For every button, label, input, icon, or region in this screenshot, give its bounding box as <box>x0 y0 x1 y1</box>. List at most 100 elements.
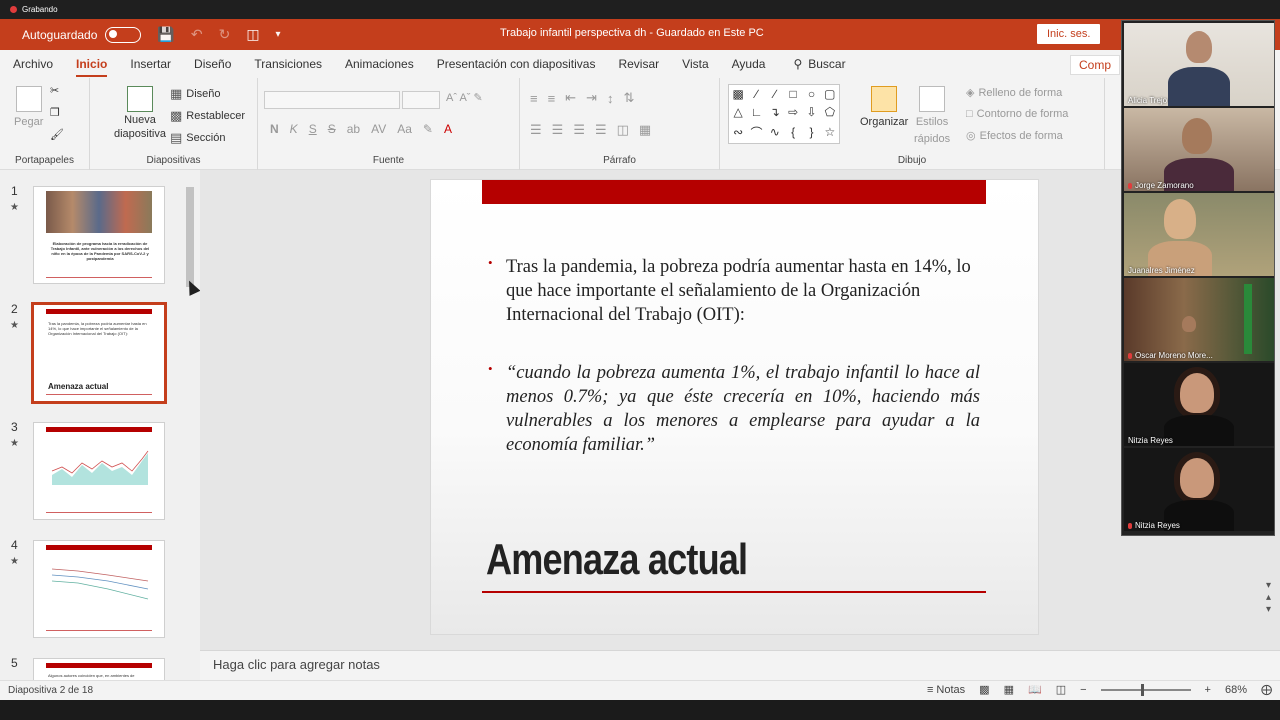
zoom-in-icon[interactable]: + <box>1205 684 1211 696</box>
align-right-icon[interactable]: ☰ <box>573 122 585 138</box>
reset-button[interactable]: ▩ Restablecer <box>170 108 245 124</box>
current-slide[interactable]: • Tras la pandemia, la pobreza podría au… <box>430 179 1039 635</box>
tab-diseno[interactable]: Diseño <box>194 53 231 75</box>
redo-icon[interactable]: ↻ <box>219 26 231 43</box>
shape-outline-button[interactable]: □ Contorno de forma <box>966 108 1068 120</box>
slide-thumbnail-2[interactable]: Tras la pandemia, la pobreza podría aume… <box>31 302 167 404</box>
bold-button[interactable]: N <box>270 122 279 136</box>
slide-thumbnail-1[interactable]: Elaboración de programa hacia la erradic… <box>33 186 165 284</box>
customize-quick-access-icon[interactable]: ▾ <box>276 29 281 40</box>
textbox-shape-icon[interactable]: ▩ <box>732 87 743 101</box>
arrow-right-shape-icon[interactable]: ⇨ <box>788 105 798 119</box>
text-direction-icon[interactable]: ⇅ <box>624 90 635 106</box>
align-center-icon[interactable]: ☰ <box>552 122 564 138</box>
tab-transiciones[interactable]: Transiciones <box>254 53 322 75</box>
font-format-buttons[interactable]: N K S S ab AV Aa ✎ A <box>270 122 452 136</box>
line-shape-icon[interactable]: ∕ <box>774 87 776 101</box>
tab-presentacion[interactable]: Presentación con diapositivas <box>437 53 596 75</box>
justify-icon[interactable]: ☰ <box>595 122 607 138</box>
list-buttons[interactable]: ≡ ≡ ⇤ ⇥ ↕ ⇅ <box>530 90 634 106</box>
slide-sorter-icon[interactable]: ▦ <box>1004 683 1014 696</box>
increase-indent-icon[interactable]: ⇥ <box>586 90 597 106</box>
zoom-slider-knob[interactable] <box>1140 683 1144 696</box>
triangle-shape-icon[interactable]: △ <box>734 105 743 119</box>
numbering-icon[interactable]: ≡ <box>548 91 556 106</box>
tab-inicio[interactable]: Inicio <box>76 53 108 77</box>
save-icon[interactable]: 💾 <box>157 26 174 43</box>
normal-view-icon[interactable]: ▩ <box>979 683 989 696</box>
bullets-icon[interactable]: ≡ <box>530 91 538 106</box>
highlight-icon[interactable]: ✎ <box>423 122 433 136</box>
present-icon[interactable]: ◫ <box>246 26 259 43</box>
paste-button[interactable]: Pegar <box>14 86 43 128</box>
rectangle-shape-icon[interactable]: □ <box>790 87 797 101</box>
connector-shape-icon[interactable]: ∟ <box>751 105 763 119</box>
section-button[interactable]: ▤ Sección <box>170 130 225 146</box>
copy-icon[interactable]: ❐ <box>50 106 60 119</box>
strike-button[interactable]: S <box>328 122 336 136</box>
participant-tile[interactable]: Alicia Trejo <box>1124 23 1274 106</box>
undo-icon[interactable]: ↶ <box>191 26 203 43</box>
shapes-gallery[interactable]: ▩ ∕ ∕ □ ○ ▢ △ ∟ ↴ ⇨ ⇩ ⬠ ∾ ⌒ ∿ { } ☆ <box>728 84 840 144</box>
participant-tile[interactable]: Nitzia Reyes <box>1124 448 1274 531</box>
tab-animaciones[interactable]: Animaciones <box>345 53 414 75</box>
rounded-rect-shape-icon[interactable]: ▢ <box>824 87 835 101</box>
spacing-button[interactable]: AV <box>371 122 386 136</box>
align-buttons[interactable]: ☰ ☰ ☰ ☰ ◫ ▦ <box>530 122 651 138</box>
brace-right-shape-icon[interactable]: } <box>809 125 813 139</box>
tab-revisar[interactable]: Revisar <box>618 53 659 75</box>
participant-tile[interactable]: Jorge Zamorano <box>1124 108 1274 191</box>
quick-styles-button[interactable]: Estilos rápidos <box>914 86 950 146</box>
autosave-toggle[interactable] <box>105 26 142 43</box>
align-left-icon[interactable]: ☰ <box>530 122 542 138</box>
slide-thumbnail-3[interactable] <box>33 422 165 520</box>
slide-thumbnail-4[interactable] <box>33 540 165 638</box>
curve-shape-icon[interactable]: ∾ <box>733 125 743 139</box>
thumbnails-scrollbar[interactable] <box>184 173 196 678</box>
smartart-icon[interactable]: ▦ <box>639 122 651 138</box>
search-box[interactable]: ⚲ Buscar <box>793 53 845 75</box>
cut-icon[interactable]: ✂ <box>50 84 59 97</box>
font-size-select[interactable] <box>402 91 440 109</box>
brace-left-shape-icon[interactable]: { <box>791 125 795 139</box>
arc-shape-icon[interactable]: ⌒ <box>750 124 762 141</box>
slideshow-icon[interactable]: ◫ <box>1056 683 1066 696</box>
slide-scroll-controls[interactable]: ▾ ▴ ▾ <box>1266 580 1271 616</box>
zoom-slider[interactable] <box>1100 683 1191 696</box>
arrange-button[interactable]: Organizar <box>860 86 908 128</box>
zoom-level[interactable]: 68% <box>1225 684 1247 696</box>
pentagon-shape-icon[interactable]: ⬠ <box>825 105 835 119</box>
new-slide-button[interactable]: Nueva diapositiva <box>114 86 166 140</box>
participant-tile[interactable]: Oscar Moreno More... <box>1124 278 1274 361</box>
wave-shape-icon[interactable]: ∿ <box>770 125 780 139</box>
decrease-indent-icon[interactable]: ⇤ <box>565 90 576 106</box>
layout-button[interactable]: ▦ Diseño <box>170 86 221 102</box>
oval-shape-icon[interactable]: ○ <box>808 87 815 101</box>
columns-icon[interactable]: ◫ <box>617 122 629 138</box>
elbow-shape-icon[interactable]: ↴ <box>770 105 780 119</box>
font-size-controls[interactable]: Aˆ Aˇ ✎ <box>446 91 483 104</box>
slide-thumbnail-5[interactable]: Algunos autores coinciden que, en ambien… <box>33 658 165 680</box>
star-shape-icon[interactable]: ☆ <box>824 125 835 139</box>
shadow-button[interactable]: ab <box>347 122 360 136</box>
tab-insertar[interactable]: Insertar <box>130 53 171 75</box>
shape-fill-button[interactable]: ◈ Relleno de forma <box>966 86 1062 100</box>
share-button[interactable]: Comp <box>1070 55 1121 75</box>
signin-button[interactable]: Inic. ses. <box>1037 24 1101 44</box>
scrollbar-thumb[interactable] <box>186 187 194 287</box>
format-painter-icon[interactable]: 🖌 <box>50 128 64 141</box>
reading-view-icon[interactable]: 📖 <box>1028 683 1042 696</box>
fit-slide-icon[interactable]: ⨁ <box>1261 683 1272 696</box>
notes-pane[interactable]: Haga clic para agregar notas <box>200 650 1280 680</box>
slide-title[interactable]: Amenaza actual <box>486 535 748 585</box>
italic-button[interactable]: K <box>290 122 298 136</box>
line-shape-icon[interactable]: ∕ <box>755 87 757 101</box>
participant-tile[interactable]: Juanalres Jiménez <box>1124 193 1274 276</box>
font-color-icon[interactable]: A <box>444 122 452 136</box>
notes-button[interactable]: ≡ Notas <box>927 684 965 696</box>
tab-vista[interactable]: Vista <box>682 53 708 75</box>
shape-effects-button[interactable]: ◎ Efectos de forma <box>966 129 1063 143</box>
line-spacing-icon[interactable]: ↕ <box>607 91 614 106</box>
underline-button[interactable]: S <box>309 122 317 136</box>
font-family-select[interactable] <box>264 91 400 109</box>
